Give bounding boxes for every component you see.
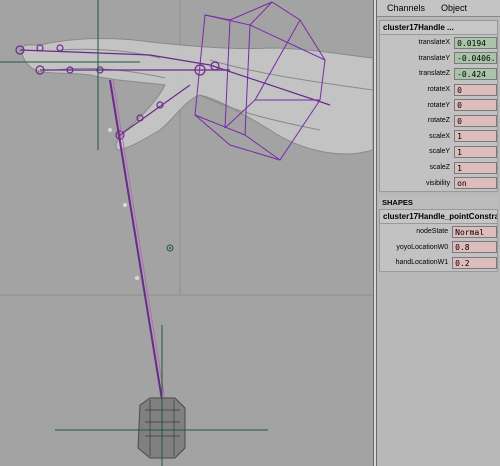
channel-label: rotateZ <box>427 117 451 125</box>
shapes-box: cluster17Handle_pointConstra... nodeStat… <box>379 208 498 272</box>
channel-row-scalez[interactable]: scaleZ 1 <box>380 160 497 176</box>
channel-label: rotateX <box>427 86 451 94</box>
channel-label: rotateY <box>427 101 451 109</box>
channel-value-field[interactable]: 0.0194 <box>454 36 497 49</box>
channel-label: translateY <box>418 54 451 62</box>
object-menu[interactable]: Object <box>435 3 473 13</box>
channel-value-field[interactable]: 1 <box>454 145 497 158</box>
channel-label: handLocationW1 <box>395 259 449 267</box>
shape-row-handlocationw1[interactable]: handLocationW1 0.2 <box>380 255 497 271</box>
channel-value-field[interactable]: 0.8 <box>452 241 497 254</box>
channel-value-field[interactable]: Normal <box>452 225 497 238</box>
channel-row-visibility[interactable]: visibility on <box>380 175 497 191</box>
viewport-scene[interactable] <box>0 0 373 466</box>
channel-value-field[interactable]: 0 <box>454 83 497 96</box>
channel-row-rotatez[interactable]: rotateZ 0 <box>380 113 497 129</box>
channel-row-translatez[interactable]: translateZ -0.424 <box>380 66 497 82</box>
shapes-section-header: SHAPES <box>379 195 498 209</box>
selected-node-name[interactable]: cluster17Handle ... <box>380 21 497 35</box>
point-constraint-marker[interactable] <box>166 244 174 252</box>
channel-box: cluster17Handle ... translateX 0.0194 tr… <box>379 20 498 192</box>
channel-row-scaley[interactable]: scaleY 1 <box>380 144 497 160</box>
shape-row-yoyolocationw0[interactable]: yoyoLocationW0 0.8 <box>380 240 497 256</box>
yoyo-mesh[interactable] <box>55 325 268 466</box>
channels-menu[interactable]: Channels <box>381 3 431 13</box>
channel-value-field[interactable]: 0 <box>454 99 497 112</box>
channel-row-translatey[interactable]: translateY -0.0406. <box>380 51 497 67</box>
channel-value-field[interactable]: 1 <box>454 130 497 143</box>
channel-value-field[interactable]: 0 <box>454 114 497 127</box>
channel-label: scaleZ <box>429 164 451 172</box>
channel-label: nodeState <box>416 228 449 236</box>
channel-label: yoyoLocationW0 <box>396 243 449 251</box>
channel-value-field[interactable]: 0.2 <box>452 256 497 269</box>
shape-row-nodestate[interactable]: nodeState Normal <box>380 224 497 240</box>
channel-box-menubar: Channels Object <box>377 0 500 17</box>
channel-row-rotatey[interactable]: rotateY 0 <box>380 97 497 113</box>
shape-node-name[interactable]: cluster17Handle_pointConstra... <box>380 209 497 224</box>
channel-box-panel: Channels Object cluster17Handle ... tran… <box>377 0 500 466</box>
channel-value-field[interactable]: -0.0406. <box>454 52 497 65</box>
channel-row-scalex[interactable]: scaleX 1 <box>380 129 497 145</box>
channel-label: translateX <box>418 39 451 47</box>
channel-row-translatex[interactable]: translateX 0.0194 <box>380 35 497 51</box>
channel-value-field[interactable]: on <box>454 177 497 190</box>
channel-row-rotatex[interactable]: rotateX 0 <box>380 82 497 98</box>
channel-label: scaleX <box>429 132 451 140</box>
channel-label: visibility <box>425 179 451 187</box>
3d-viewport[interactable] <box>0 0 373 466</box>
channel-value-field[interactable]: -0.424 <box>454 67 497 80</box>
channel-label: translateZ <box>418 70 451 78</box>
channel-label: scaleY <box>429 148 451 156</box>
channel-value-field[interactable]: 1 <box>454 161 497 174</box>
